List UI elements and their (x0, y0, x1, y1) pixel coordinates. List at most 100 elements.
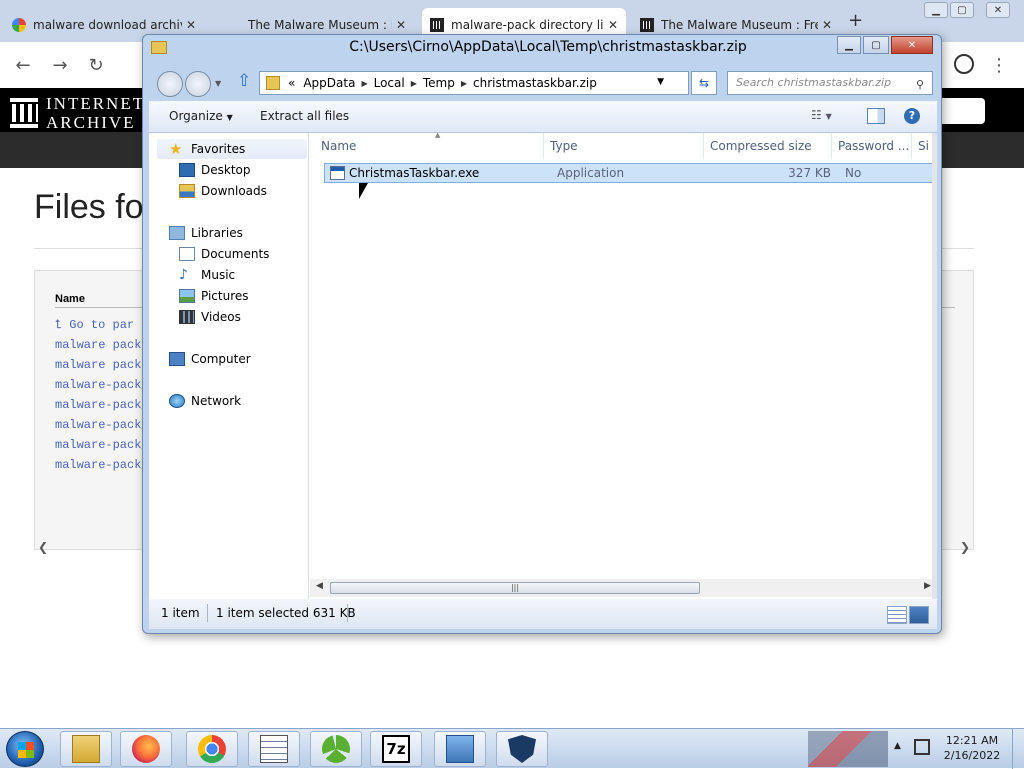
file-link[interactable]: malware-pack_ (55, 458, 149, 472)
taskbar-recycle[interactable] (310, 731, 362, 767)
explorer-window: C:\Users\Cirno\AppData\Local\Temp\christ… (142, 34, 942, 634)
selection-info: 1 item selected 631 KB (216, 606, 356, 620)
scrollbar-thumb[interactable]: ||| (330, 582, 700, 594)
parent-directory-link[interactable]: ⮤ Go to par (55, 318, 134, 332)
mouse-cursor-icon (359, 183, 368, 199)
breadcrumb-arrow-icon[interactable]: ▶ (411, 79, 417, 88)
back-nav-button[interactable] (157, 71, 183, 97)
taskbar-firefox[interactable] (120, 731, 172, 767)
nav-music[interactable]: ♪ Music (179, 268, 235, 282)
search-input[interactable]: Search christmastaskbar.zip ⚲ (727, 71, 933, 95)
forward-button[interactable]: → (49, 54, 71, 76)
breadcrumb-appdata[interactable]: AppData (303, 76, 355, 90)
file-link[interactable]: malware-pack_ (55, 438, 149, 452)
minimize-browser-button[interactable]: ▁ (924, 2, 948, 18)
nav-favorites[interactable]: ★ Favorites (157, 139, 307, 159)
nav-desktop[interactable]: Desktop (179, 163, 251, 177)
column-type[interactable]: Type (544, 133, 704, 159)
tab-title: malware-pack directory listin (451, 18, 604, 32)
address-bar[interactable]: « AppData ▶ Local ▶ Temp ▶ christmastask… (259, 71, 689, 95)
breadcrumb-arrow-icon[interactable]: ▶ (361, 79, 367, 88)
refresh-button[interactable]: ⇆ (691, 71, 717, 95)
view-options-icon[interactable]: ☷ ▼ (811, 108, 832, 122)
breadcrumb-overflow[interactable]: « (288, 76, 295, 90)
music-icon: ♪ (179, 267, 188, 283)
file-link[interactable]: malware-pack_ (55, 378, 149, 392)
file-list-pane: ▲ Name Type Compressed size Password ...… (310, 131, 937, 599)
taskbar-explorer[interactable] (60, 731, 112, 767)
file-row[interactable]: ChristmasTaskbar.exe Application 327 KB … (324, 163, 937, 183)
nav-downloads[interactable]: Downloads (179, 184, 267, 198)
recent-pages-dropdown[interactable]: ▼ (215, 79, 221, 88)
taskbar-notepad[interactable] (248, 731, 300, 767)
reload-button[interactable]: ↻ (85, 54, 107, 76)
new-tab-button[interactable]: + (848, 10, 863, 31)
extract-all-button[interactable]: Extract all files (260, 109, 349, 123)
large-icons-view-icon[interactable] (909, 606, 929, 624)
organize-button[interactable]: Organize ▼ (169, 109, 233, 123)
scroll-right-icon[interactable]: ▶ (924, 581, 931, 591)
details-view-icon[interactable] (887, 606, 907, 624)
minimize-button[interactable]: ▁ (837, 36, 861, 54)
scroll-right-icon[interactable]: ❯ (960, 540, 970, 554)
archive-temple-icon (10, 98, 38, 128)
clock[interactable]: 12:21 AM 2/16/2022 (937, 733, 1007, 763)
breadcrumb-temp[interactable]: Temp (423, 76, 455, 90)
network-tray-icon[interactable] (914, 739, 930, 755)
internet-archive-icon (430, 18, 444, 32)
column-name[interactable]: Name (315, 133, 544, 159)
history-clock-icon[interactable] (954, 54, 974, 74)
file-link[interactable]: malware pack (55, 358, 141, 372)
maximize-button[interactable]: ▢ (863, 36, 889, 54)
nav-pictures[interactable]: Pictures (179, 289, 249, 303)
show-hidden-icons-icon[interactable]: ▲ (894, 741, 901, 751)
scroll-left-icon[interactable]: ❮ (38, 540, 48, 554)
ia-logo[interactable]: INTERNET ARCHIVE (10, 94, 145, 132)
file-link[interactable]: malware pack (55, 338, 141, 352)
help-icon[interactable]: ? (904, 108, 920, 124)
column-password[interactable]: Password ... (832, 133, 912, 159)
file-link[interactable]: malware-pack_ (55, 398, 149, 412)
tab-title: The Malware Museum : Free (661, 18, 818, 32)
taskbar-security[interactable] (496, 731, 548, 767)
up-folder-icon[interactable]: ⇧ (237, 71, 251, 91)
back-button[interactable]: ← (12, 54, 34, 76)
nav-network[interactable]: Network (169, 394, 241, 408)
forward-nav-button[interactable] (185, 71, 211, 97)
close-browser-button[interactable]: ✕ (986, 2, 1010, 18)
nav-libraries[interactable]: Libraries (169, 226, 243, 240)
file-name: ChristmasTaskbar.exe (349, 166, 480, 180)
browser-menu-button[interactable]: ⋮ (988, 54, 1010, 76)
page-scrollbar[interactable] (1012, 96, 1022, 728)
breadcrumb-local[interactable]: Local (374, 76, 405, 90)
address-dropdown-icon[interactable]: ▼ (657, 77, 664, 87)
close-tab-icon[interactable]: ✕ (186, 18, 196, 32)
nav-computer[interactable]: Computer (169, 352, 251, 366)
taskbar-control-panel[interactable] (434, 731, 486, 767)
nav-label: Favorites (191, 142, 246, 156)
vertical-scrollbar[interactable] (932, 133, 937, 599)
taskbar-chrome[interactable] (186, 731, 238, 767)
nav-videos[interactable]: Videos (179, 310, 241, 324)
7zip-icon: 7z (382, 735, 410, 763)
nav-documents[interactable]: Documents (179, 247, 269, 261)
scroll-left-icon[interactable]: ◀ (316, 581, 323, 591)
file-link[interactable]: malware-pack_ (55, 418, 149, 432)
close-tab-icon[interactable]: ✕ (396, 18, 406, 32)
nav-label: Computer (191, 352, 251, 366)
close-button[interactable]: ✕ (891, 36, 933, 54)
libraries-icon (169, 226, 185, 240)
horizontal-scrollbar[interactable]: ◀ ||| ▶ (310, 579, 937, 597)
breadcrumb-arrow-icon[interactable]: ▶ (461, 79, 467, 88)
maximize-browser-button[interactable]: ▢ (950, 2, 974, 18)
show-desktop-button[interactable] (1012, 729, 1024, 769)
taskbar-7zip[interactable]: 7z (370, 731, 422, 767)
column-compressed-size[interactable]: Compressed size (704, 133, 832, 159)
documents-icon (179, 247, 195, 261)
close-tab-icon[interactable]: ✕ (822, 18, 832, 32)
breadcrumb-zip[interactable]: christmastaskbar.zip (473, 76, 597, 90)
ia-search-input[interactable] (935, 98, 985, 124)
preview-pane-icon[interactable] (867, 108, 885, 124)
close-tab-icon[interactable]: ✕ (608, 18, 618, 32)
start-button[interactable] (6, 731, 44, 767)
